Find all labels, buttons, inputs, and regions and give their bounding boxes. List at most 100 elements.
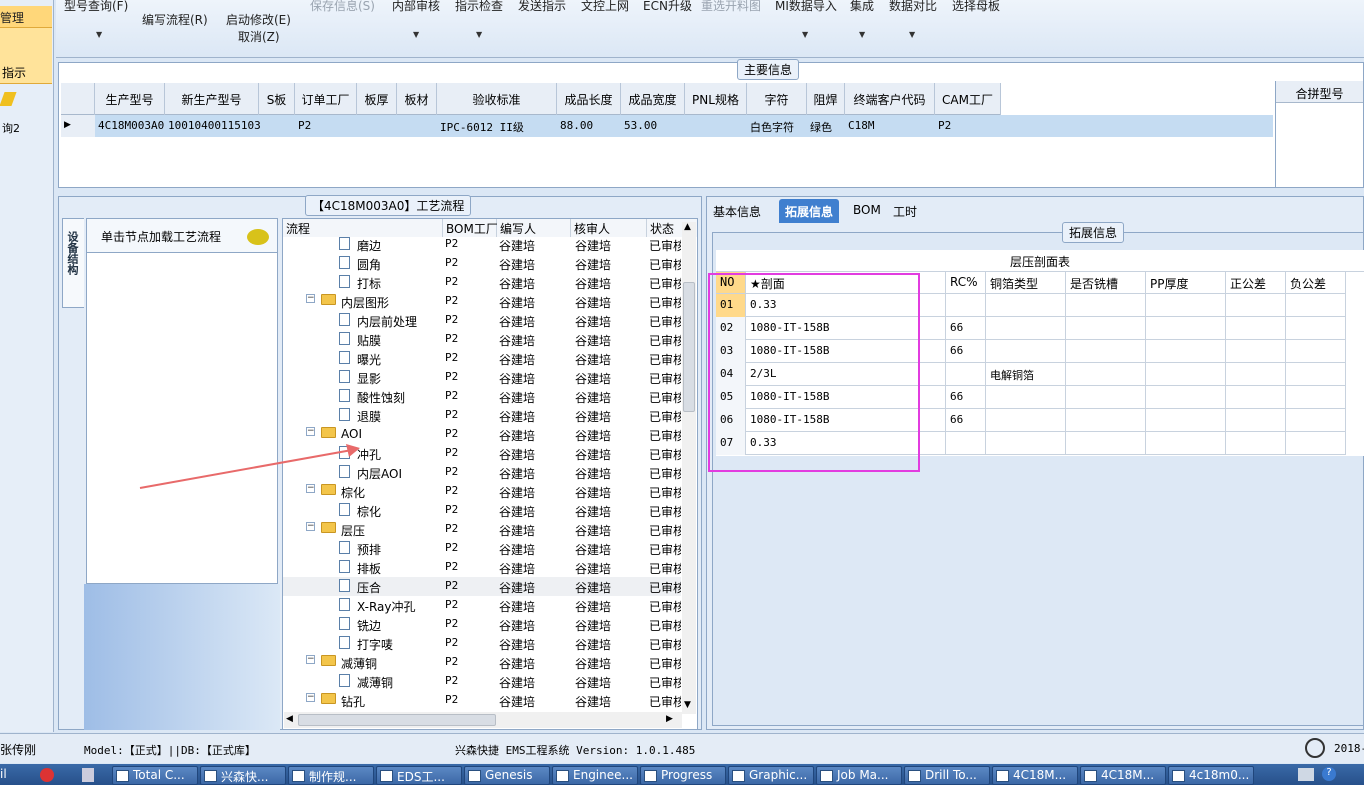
tree-node-row[interactable]: 酸性蚀刻 P2 谷建培 谷建培 已审核 <box>283 387 681 406</box>
tree-node-row[interactable]: 贴膜 P2 谷建培 谷建培 已审核 <box>283 330 681 349</box>
toolbar-send-instruction[interactable]: 发送指示 <box>518 0 566 14</box>
cell[interactable]: P2 <box>935 115 954 137</box>
taskbar-button[interactable]: Enginee... <box>552 766 638 785</box>
cell[interactable] <box>1226 432 1286 455</box>
cell[interactable] <box>1146 317 1226 340</box>
cell[interactable] <box>1226 340 1286 363</box>
tree-node-row[interactable]: 减薄铜 P2 谷建培 谷建培 已审核 <box>283 672 681 691</box>
tree-node-row[interactable]: 预排 P2 谷建培 谷建培 已审核 <box>283 539 681 558</box>
cell[interactable] <box>1066 340 1146 363</box>
tree-node-row[interactable]: 退膜 P2 谷建培 谷建培 已审核 <box>283 406 681 425</box>
tree-folder-row[interactable]: − 内层图形 P2 谷建培 谷建培 已审核 <box>283 292 681 311</box>
help-icon[interactable]: ? <box>1322 767 1336 781</box>
taskbar-button[interactable]: Progress <box>640 766 726 785</box>
cell[interactable]: 66 <box>946 340 986 363</box>
chevron-down-icon[interactable]: ▼ <box>909 30 915 39</box>
col-header[interactable]: 生产型号 <box>95 83 165 115</box>
tree-folder-row[interactable]: − 减薄铜 P2 谷建培 谷建培 已审核 <box>283 653 681 672</box>
col-header[interactable]: BOM工厂 <box>443 219 498 237</box>
toolbar-model-query[interactable]: 型号查询(F) <box>64 0 128 14</box>
cell[interactable] <box>946 363 986 386</box>
keyboard-icon[interactable] <box>1298 768 1314 781</box>
cell[interactable]: 4C18M003A0 <box>95 115 167 137</box>
cell[interactable]: 53.00 <box>621 115 660 137</box>
cell[interactable] <box>1286 340 1346 363</box>
cell[interactable] <box>1286 409 1346 432</box>
col-header[interactable]: 是否铣槽 <box>1066 272 1146 294</box>
toolbar-select-motherboard[interactable]: 选择母板 <box>952 0 1000 14</box>
col-header[interactable]: 阻焊 <box>807 83 845 115</box>
collapse-icon[interactable]: − <box>306 693 315 702</box>
taskbar-button[interactable]: Drill To... <box>904 766 990 785</box>
toolbar-reselect-cut-map[interactable]: 重选开料图 <box>701 0 761 14</box>
tab-extended-info[interactable]: 拓展信息 <box>779 199 840 223</box>
tab-worktime[interactable]: 工时 <box>887 199 923 223</box>
toolbar-instruction-check[interactable]: 指示检查 <box>455 0 503 14</box>
taskbar-button[interactable]: Genesis <box>464 766 550 785</box>
col-header[interactable]: RC% <box>946 272 986 294</box>
tree-node-row[interactable]: 压合 P2 谷建培 谷建培 已审核 <box>283 577 681 596</box>
cell[interactable] <box>685 115 691 137</box>
scroll-left-icon[interactable]: ◀ <box>286 714 293 724</box>
col-header[interactable]: 核审人 <box>571 219 647 237</box>
cell[interactable] <box>986 409 1066 432</box>
cell[interactable] <box>1286 317 1346 340</box>
chevron-down-icon[interactable]: ▼ <box>859 30 865 39</box>
nav-item-instruction[interactable]: 指示 <box>0 28 52 84</box>
col-header[interactable]: PNL规格 <box>685 83 747 115</box>
tree-node-row[interactable]: 排板 P2 谷建培 谷建培 已审核 <box>283 558 681 577</box>
col-header[interactable]: 成品长度 <box>557 83 621 115</box>
taskbar-button[interactable]: 制作规... <box>288 766 374 785</box>
cell[interactable] <box>986 432 1066 455</box>
toolbar-data-compare[interactable]: 数据对比 <box>889 0 937 14</box>
cell[interactable] <box>986 340 1066 363</box>
cell[interactable] <box>1286 432 1346 455</box>
cell[interactable]: C18M <box>845 115 878 137</box>
col-header[interactable]: 负公差 <box>1286 272 1346 294</box>
cell[interactable] <box>986 317 1066 340</box>
chevron-down-icon[interactable]: ▼ <box>802 30 808 39</box>
cell[interactable] <box>259 115 265 137</box>
cell[interactable] <box>397 115 403 137</box>
tree-node-row[interactable]: 曝光 P2 谷建培 谷建培 已审核 <box>283 349 681 368</box>
taskbar-button[interactable]: 4C18M... <box>1080 766 1166 785</box>
toolbar-ecn-upgrade[interactable]: ECN升级 <box>643 0 692 14</box>
toolbar-edit-flow[interactable]: 编写流程(R) <box>142 11 208 28</box>
col-header[interactable]: 板材 <box>397 83 437 115</box>
cell[interactable]: P2 <box>295 115 314 137</box>
cell[interactable] <box>1226 409 1286 432</box>
col-header[interactable]: PP厚度 <box>1146 272 1226 294</box>
taskbar-button[interactable]: 4c18m0... <box>1168 766 1254 785</box>
col-header[interactable]: 终端客户代码 <box>845 83 935 115</box>
col-header[interactable]: 编写人 <box>497 219 571 237</box>
col-header[interactable]: 字符 <box>747 83 807 115</box>
tree-node-row[interactable]: 打标 P2 谷建培 谷建培 已审核 <box>283 273 681 292</box>
col-header[interactable]: 新生产型号 <box>165 83 259 115</box>
chevron-down-icon[interactable]: ▼ <box>413 30 419 39</box>
col-header[interactable]: 成品宽度 <box>621 83 685 115</box>
cell[interactable] <box>1146 294 1226 317</box>
tab-basic-info[interactable]: 基本信息 <box>707 199 767 223</box>
cell[interactable] <box>1146 340 1226 363</box>
nav-item-management[interactable]: 管理 <box>0 6 52 28</box>
col-header[interactable]: CAM工厂 <box>935 83 1001 115</box>
col-header[interactable]: 铜箔类型 <box>986 272 1066 294</box>
cell[interactable] <box>1066 294 1146 317</box>
cell[interactable]: 88.00 <box>557 115 596 137</box>
cell[interactable]: 电解铜箔 <box>986 363 1066 386</box>
collapse-icon[interactable]: − <box>306 522 315 531</box>
tree-folder-row[interactable]: − 钻孔 P2 谷建培 谷建培 已审核 <box>283 691 681 710</box>
chevron-down-icon[interactable]: ▼ <box>96 30 102 39</box>
cell[interactable] <box>1226 294 1286 317</box>
collapse-icon[interactable]: − <box>306 655 315 664</box>
col-header[interactable]: 验收标准 <box>437 83 557 115</box>
table-row[interactable]: ▶ 4C18M003A0 10010400115103 P2 IPC-6012 … <box>61 115 1273 137</box>
vertical-scrollbar[interactable]: ▲ ▼ <box>682 222 696 714</box>
collapse-icon[interactable]: − <box>306 294 315 303</box>
toolbar-save-info[interactable]: 保存信息(S) <box>310 0 375 14</box>
col-header[interactable]: 正公差 <box>1226 272 1286 294</box>
cell[interactable]: 白色字符 <box>747 115 797 137</box>
tree-node-row[interactable]: 铣边 P2 谷建培 谷建培 已审核 <box>283 615 681 634</box>
scrollbar-thumb[interactable] <box>683 282 695 412</box>
tab-equipment-structure[interactable]: 设备结构 <box>62 218 84 308</box>
